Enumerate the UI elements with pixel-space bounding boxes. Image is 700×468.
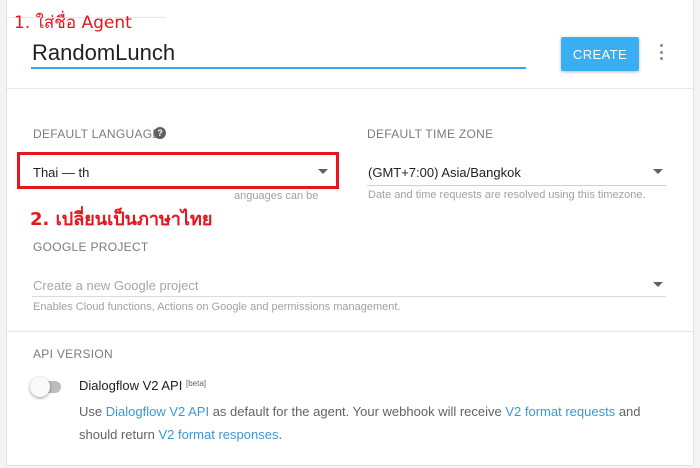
annotation-step-2: 2. เปลี่ยนเป็นภาษาไทย [30, 209, 213, 230]
language-select-value[interactable]: Thai — th [33, 165, 89, 180]
agent-name-underline [31, 67, 526, 69]
google-project-hint-text: Enables Cloud functions, Actions on Goog… [33, 301, 401, 313]
v2-api-toggle-knob[interactable] [30, 377, 50, 397]
beta-badge: [beta] [185, 379, 206, 388]
annotation-step-1: 1. ใส่ชื่อ Agent [14, 13, 132, 33]
timezone-hint-text: Date and time requests are resolved usin… [368, 189, 646, 201]
v2-format-responses-link[interactable]: V2 format responses [159, 427, 279, 442]
google-project-underline [32, 296, 666, 297]
agent-name-input[interactable]: RandomLunch [32, 40, 175, 66]
create-button[interactable]: CREATE [561, 37, 639, 71]
default-language-label: DEFAULT LANGUAGE [33, 127, 161, 141]
google-project-label: GOOGLE PROJECT [33, 240, 149, 254]
header-divider [6, 88, 694, 89]
v2-api-description: Use Dialogflow V2 API as default for the… [79, 400, 669, 446]
default-timezone-label: DEFAULT TIME ZONE [367, 127, 494, 141]
api-section-divider [6, 331, 694, 332]
dialogflow-v2-api-link[interactable]: Dialogflow V2 API [106, 404, 209, 419]
more-vert-icon[interactable] [657, 44, 665, 60]
language-hint-text: anguages can be [234, 190, 319, 202]
timezone-select-value[interactable]: (GMT+7:00) Asia/Bangkok [368, 165, 521, 180]
language-dropdown-caret-icon[interactable] [318, 169, 328, 174]
v2-format-requests-link[interactable]: V2 format requests [505, 404, 615, 419]
timezone-select-underline [367, 185, 666, 186]
v2-desc-text-2: as default for the agent. Your webhook w… [209, 404, 506, 419]
v2-desc-text-4: . [278, 427, 283, 442]
google-project-select[interactable]: Create a new Google project [33, 278, 198, 293]
help-icon[interactable]: ? [154, 127, 166, 139]
timezone-dropdown-caret-icon[interactable] [653, 169, 663, 174]
google-project-dropdown-caret-icon[interactable] [653, 282, 663, 287]
v2-api-title: Dialogflow V2 API [beta] [79, 378, 206, 393]
api-version-label: API VERSION [33, 347, 113, 361]
v2-desc-text-1: Use [79, 404, 106, 419]
v2-api-title-text: Dialogflow V2 API [79, 378, 183, 393]
